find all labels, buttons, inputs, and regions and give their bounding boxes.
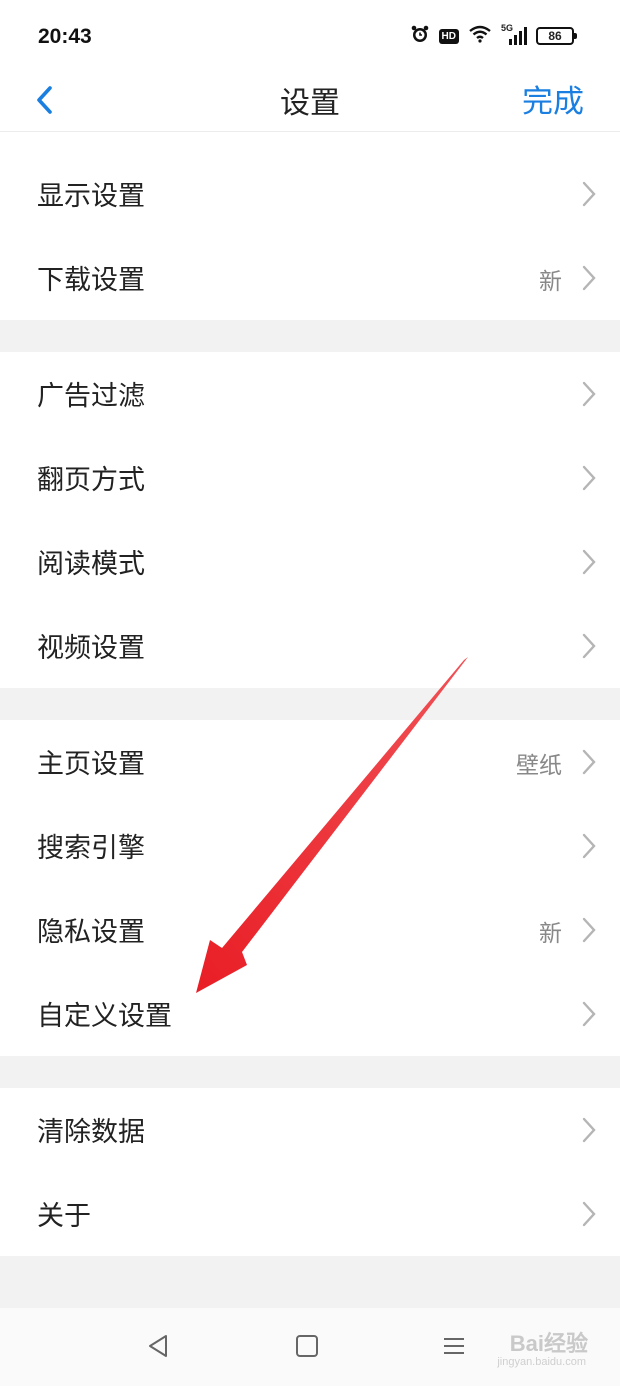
chevron-right-icon (582, 465, 596, 491)
settings-item-search-engine[interactable]: 搜索引擎 (0, 804, 620, 888)
nav-bar: 设置 完成 (0, 70, 620, 132)
settings-group-4: 清除数据 关于 (0, 1088, 620, 1256)
group-divider (0, 320, 620, 352)
settings-item-label: 视频设置 (37, 633, 145, 664)
new-badge: 新 (539, 269, 562, 295)
settings-item-label: 清除数据 (37, 1117, 145, 1148)
settings-item-about[interactable]: 关于 (0, 1172, 620, 1256)
hd-icon: HD (438, 28, 459, 44)
settings-item-label: 显示设置 (37, 181, 145, 212)
watermark-url: jingyan.baidu.com (497, 1356, 586, 1368)
cellular-signal-icon: 5G (501, 23, 527, 46)
chevron-right-icon (582, 381, 596, 407)
menu-lines-icon[interactable] (438, 1330, 470, 1362)
settings-item-display[interactable]: 显示设置 (0, 152, 620, 236)
wifi-icon (468, 25, 492, 47)
settings-item-label: 下载设置 (37, 265, 145, 296)
settings-group-1: 显示设置 下载设置 新 (0, 152, 620, 320)
chevron-right-icon (582, 181, 596, 207)
status-icons: HD 5G 86 (410, 23, 577, 48)
chevron-right-icon (582, 549, 596, 575)
chevron-right-icon (582, 633, 596, 659)
group-divider (0, 1056, 620, 1088)
settings-item-custom[interactable]: 自定义设置 (0, 972, 620, 1056)
new-badge: 新 (539, 921, 562, 947)
settings-item-label: 隐私设置 (37, 917, 145, 948)
done-button[interactable]: 完成 (522, 76, 584, 121)
chevron-right-icon (582, 1117, 596, 1143)
home-square-icon[interactable] (291, 1330, 323, 1362)
settings-item-label: 主页设置 (37, 749, 145, 780)
settings-item-label: 关于 (37, 1201, 91, 1232)
status-time: 20:43 (38, 25, 92, 48)
settings-item-video[interactable]: 视频设置 (0, 604, 620, 688)
chevron-right-icon (582, 1001, 596, 1027)
watermark-logo: Bai经验 (509, 1331, 588, 1356)
chevron-right-icon (582, 265, 596, 291)
status-bar: 20:43 HD 5G 86 (0, 0, 620, 70)
settings-item-page-turn[interactable]: 翻页方式 (0, 436, 620, 520)
chevron-right-icon (582, 917, 596, 943)
chevron-right-icon (582, 749, 596, 775)
settings-item-label: 搜索引擎 (37, 833, 145, 864)
chevron-right-icon (582, 1201, 596, 1227)
settings-item-label: 阅读模式 (37, 549, 145, 580)
settings-item-download[interactable]: 下载设置 新 (0, 236, 620, 320)
settings-item-homepage[interactable]: 主页设置 壁纸 (0, 720, 620, 804)
settings-item-label: 自定义设置 (37, 1001, 172, 1032)
settings-item-value: 壁纸 (516, 753, 562, 779)
back-triangle-icon[interactable] (142, 1330, 174, 1362)
settings-item-ad-filter[interactable]: 广告过滤 (0, 352, 620, 436)
chevron-right-icon (582, 833, 596, 859)
settings-item-label: 广告过滤 (37, 381, 145, 412)
battery-icon: 86 (536, 27, 577, 45)
settings-item-privacy[interactable]: 隐私设置 新 (0, 888, 620, 972)
bottom-spacer (0, 1256, 620, 1308)
settings-group-3: 主页设置 壁纸 搜索引擎 隐私设置 新 自定义设置 (0, 720, 620, 1056)
alarm-icon (410, 24, 430, 48)
settings-item-clear-data[interactable]: 清除数据 (0, 1088, 620, 1172)
system-nav-bar: Bai经验 jingyan.baidu.com (0, 1308, 620, 1386)
settings-item-label: 翻页方式 (37, 465, 145, 496)
group-divider (0, 688, 620, 720)
settings-item-reading-mode[interactable]: 阅读模式 (0, 520, 620, 604)
settings-group-2: 广告过滤 翻页方式 阅读模式 视频设置 (0, 352, 620, 688)
